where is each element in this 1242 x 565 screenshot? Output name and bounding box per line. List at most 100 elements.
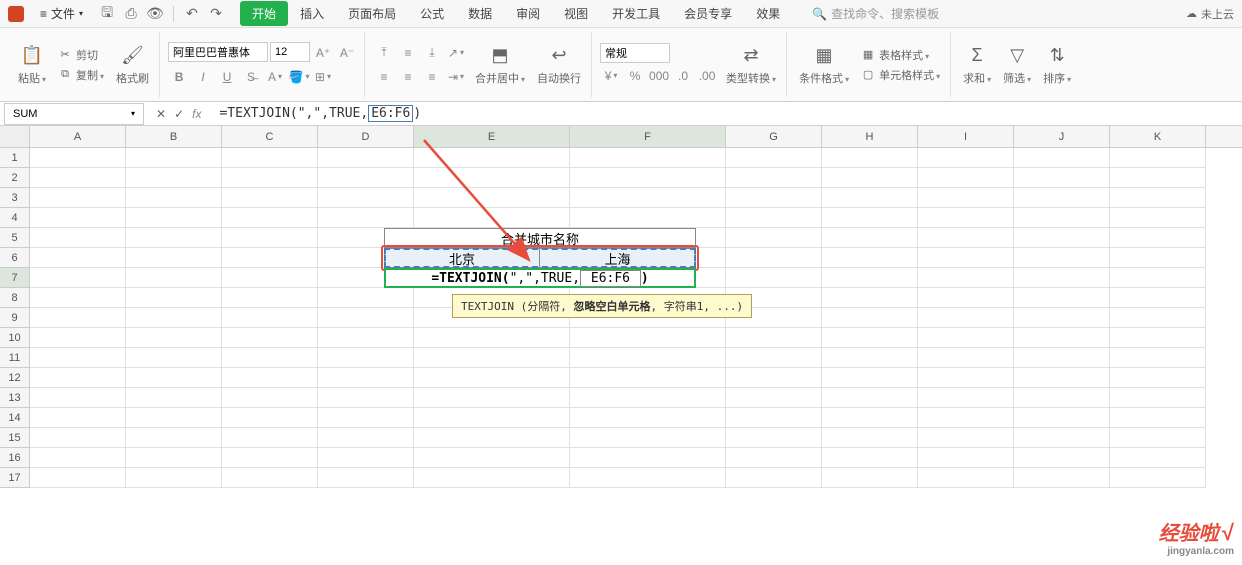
cell[interactable] xyxy=(726,148,822,168)
cell[interactable] xyxy=(1110,468,1206,488)
cell[interactable] xyxy=(222,168,318,188)
cell[interactable] xyxy=(126,328,222,348)
cell[interactable] xyxy=(126,368,222,388)
cell[interactable] xyxy=(222,188,318,208)
cell[interactable] xyxy=(918,268,1014,288)
cell[interactable] xyxy=(414,388,570,408)
cell[interactable] xyxy=(318,148,414,168)
cell[interactable] xyxy=(126,248,222,268)
cell[interactable] xyxy=(726,228,822,248)
file-menu[interactable]: ≡ 文件 ▾ xyxy=(32,3,91,24)
cell[interactable] xyxy=(822,248,918,268)
tab-insert[interactable]: 插入 xyxy=(288,1,336,26)
cell[interactable] xyxy=(726,368,822,388)
cell[interactable] xyxy=(1014,148,1110,168)
cell[interactable] xyxy=(1110,288,1206,308)
cell[interactable] xyxy=(1014,268,1110,288)
cell[interactable] xyxy=(1110,248,1206,268)
cell[interactable] xyxy=(318,388,414,408)
cell[interactable] xyxy=(726,328,822,348)
name-box[interactable]: SUM ▾ xyxy=(4,103,144,125)
align-bottom-icon[interactable]: ⤓ xyxy=(421,42,443,64)
cell[interactable] xyxy=(414,428,570,448)
cell[interactable] xyxy=(1014,248,1110,268)
cell[interactable] xyxy=(414,348,570,368)
row-header[interactable]: 1 xyxy=(0,148,30,168)
cell-e6[interactable]: 北京 xyxy=(384,248,540,268)
cell-f6[interactable]: 上海 xyxy=(540,248,696,268)
active-cell-e7[interactable]: =TEXTJOIN(",",TRUE, E6:F6 ) xyxy=(384,268,696,288)
cell[interactable] xyxy=(570,328,726,348)
cell[interactable] xyxy=(222,328,318,348)
cell[interactable] xyxy=(918,248,1014,268)
cell[interactable] xyxy=(822,408,918,428)
percent-icon[interactable]: % xyxy=(624,65,646,87)
cell[interactable] xyxy=(918,368,1014,388)
row-header[interactable]: 4 xyxy=(0,208,30,228)
font-size-select[interactable] xyxy=(270,42,310,62)
cell[interactable] xyxy=(1014,288,1110,308)
cell[interactable] xyxy=(222,268,318,288)
cell[interactable] xyxy=(822,388,918,408)
type-convert-button[interactable]: ⇄ 类型转换 xyxy=(722,42,780,88)
currency-icon[interactable]: ¥ xyxy=(600,65,622,87)
sort-button[interactable]: ⇅ 排序 xyxy=(1039,42,1075,88)
cell[interactable] xyxy=(126,348,222,368)
cell[interactable] xyxy=(570,188,726,208)
align-left-icon[interactable]: ≡ xyxy=(373,66,395,88)
cell[interactable] xyxy=(1110,308,1206,328)
cell[interactable] xyxy=(822,228,918,248)
cell[interactable] xyxy=(318,348,414,368)
cell[interactable] xyxy=(30,348,126,368)
cell[interactable] xyxy=(822,448,918,468)
cell[interactable] xyxy=(570,448,726,468)
cell[interactable] xyxy=(726,208,822,228)
redo-icon[interactable]: ↷ xyxy=(208,6,224,22)
col-header-b[interactable]: B xyxy=(126,126,222,147)
cell-title-merged[interactable]: 合并城市名称 xyxy=(384,228,696,248)
cell[interactable] xyxy=(1110,448,1206,468)
cell[interactable] xyxy=(222,408,318,428)
cell[interactable] xyxy=(570,428,726,448)
cell[interactable] xyxy=(1014,308,1110,328)
row-header[interactable]: 10 xyxy=(0,328,30,348)
number-format-select[interactable] xyxy=(600,43,670,63)
tab-start[interactable]: 开始 xyxy=(240,1,288,26)
cell[interactable] xyxy=(30,288,126,308)
font-name-select[interactable] xyxy=(168,42,268,62)
cell[interactable] xyxy=(822,468,918,488)
tab-data[interactable]: 数据 xyxy=(456,1,504,26)
strikethrough-button[interactable]: S̶ xyxy=(240,66,262,88)
cell[interactable] xyxy=(126,408,222,428)
cell[interactable] xyxy=(918,388,1014,408)
row-header[interactable]: 13 xyxy=(0,388,30,408)
cell[interactable] xyxy=(30,408,126,428)
cell[interactable] xyxy=(570,208,726,228)
cell[interactable] xyxy=(822,428,918,448)
cell[interactable] xyxy=(570,348,726,368)
cell[interactable] xyxy=(918,188,1014,208)
cell[interactable] xyxy=(918,328,1014,348)
cell[interactable] xyxy=(30,368,126,388)
cell[interactable] xyxy=(126,388,222,408)
cell[interactable] xyxy=(222,148,318,168)
cell[interactable] xyxy=(1014,228,1110,248)
cell[interactable] xyxy=(822,208,918,228)
decrease-font-icon[interactable]: A⁻ xyxy=(336,42,358,64)
bold-button[interactable]: B xyxy=(168,66,190,88)
tab-dev-tools[interactable]: 开发工具 xyxy=(600,1,672,26)
cell[interactable] xyxy=(918,288,1014,308)
cell[interactable] xyxy=(1110,148,1206,168)
cell[interactable] xyxy=(1014,168,1110,188)
cell[interactable] xyxy=(1014,428,1110,448)
cell[interactable] xyxy=(414,188,570,208)
cell[interactable] xyxy=(126,228,222,248)
row-header[interactable]: 3 xyxy=(0,188,30,208)
row-header[interactable]: 11 xyxy=(0,348,30,368)
tab-member[interactable]: 会员专享 xyxy=(672,1,744,26)
cell[interactable] xyxy=(30,428,126,448)
cell[interactable] xyxy=(222,348,318,368)
col-header-k[interactable]: K xyxy=(1110,126,1206,147)
cell[interactable] xyxy=(1110,328,1206,348)
cell[interactable] xyxy=(318,428,414,448)
